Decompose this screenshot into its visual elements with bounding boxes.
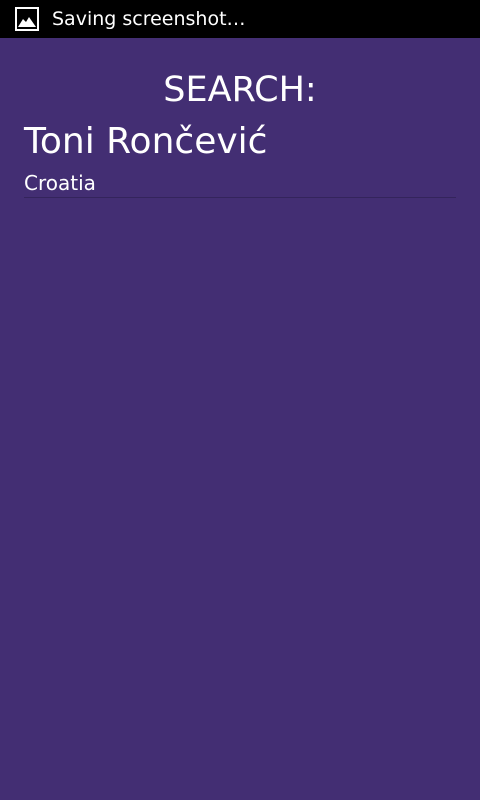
page-title: SEARCH: bbox=[163, 70, 317, 110]
status-bar: Saving screenshot… bbox=[0, 0, 480, 38]
list-divider bbox=[24, 197, 456, 198]
result-name: Toni Rončević bbox=[24, 121, 268, 162]
image-icon bbox=[15, 7, 39, 31]
list-item[interactable]: Toni Rončević Croatia bbox=[24, 120, 456, 198]
status-notification-text: Saving screenshot… bbox=[52, 8, 246, 30]
result-country: Croatia bbox=[24, 171, 96, 195]
search-results-screen: SEARCH: Toni Rončević Croatia bbox=[0, 38, 480, 800]
